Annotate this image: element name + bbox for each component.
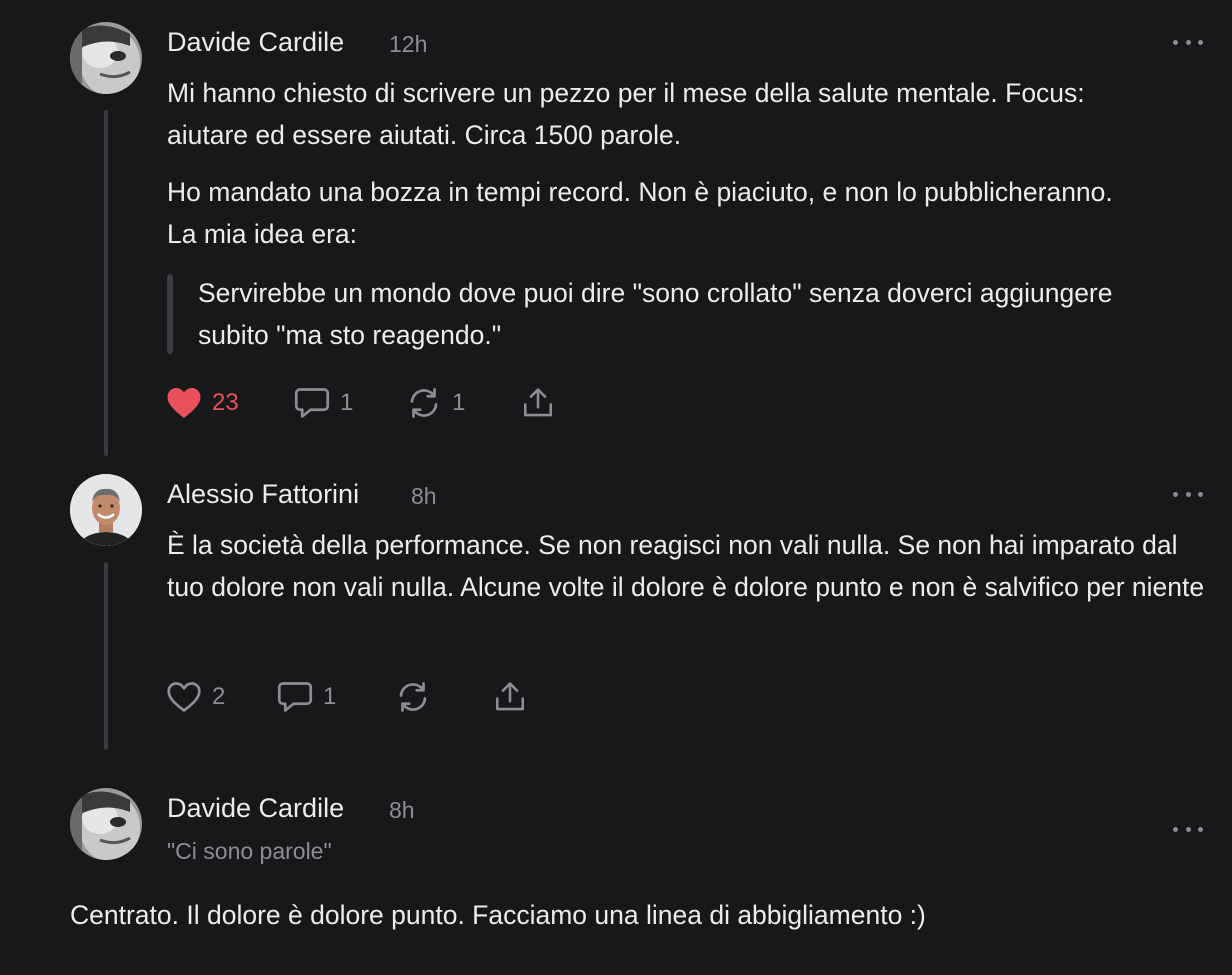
like-count: 2 bbox=[212, 683, 226, 710]
restack-arrows-icon bbox=[410, 388, 438, 418]
quote-bar bbox=[167, 274, 173, 354]
post-paragraph: Mi hanno chiesto di scrivere un pezzo pe… bbox=[167, 78, 1085, 150]
like-button[interactable]: 23 bbox=[166, 386, 239, 420]
more-dots-icon[interactable] bbox=[1173, 822, 1203, 836]
author-name[interactable]: Davide Cardile bbox=[167, 793, 344, 824]
comment-button[interactable]: 1 bbox=[294, 386, 353, 420]
timestamp: 8h bbox=[411, 483, 437, 509]
comment-bubble-icon bbox=[277, 682, 313, 712]
more-dots-icon[interactable] bbox=[1173, 35, 1203, 49]
blockquote: Servirebbe un mondo dove puoi dire "sono… bbox=[198, 278, 1113, 350]
comment-count: 1 bbox=[323, 683, 337, 710]
restack-count: 1 bbox=[452, 389, 466, 416]
post-paragraph: Ho mandato una bozza in tempi record. No… bbox=[167, 177, 1113, 249]
comment-count: 1 bbox=[340, 389, 354, 416]
thread-line bbox=[104, 562, 108, 750]
author-name[interactable]: Alessio Fattorini bbox=[167, 479, 359, 510]
timestamp: 12h bbox=[389, 31, 428, 57]
restack-arrows-icon bbox=[399, 682, 427, 712]
restack-button[interactable] bbox=[395, 680, 441, 714]
share-upload-icon bbox=[523, 388, 553, 417]
avatar[interactable] bbox=[70, 22, 142, 94]
heart-icon bbox=[167, 388, 201, 418]
like-button[interactable]: 2 bbox=[166, 680, 225, 714]
comment-button[interactable]: 1 bbox=[277, 680, 336, 714]
timestamp: 8h bbox=[389, 797, 415, 823]
more-dots-icon[interactable] bbox=[1173, 487, 1203, 501]
restack-button[interactable]: 1 bbox=[406, 386, 465, 420]
publication-subtitle[interactable]: "Ci sono parole" bbox=[167, 838, 332, 865]
like-count: 23 bbox=[212, 389, 239, 416]
avatar[interactable] bbox=[70, 474, 142, 546]
author-name[interactable]: Davide Cardile bbox=[167, 27, 344, 58]
post-paragraph: È la società della performance. Se non r… bbox=[167, 530, 1205, 602]
comment-bubble-icon bbox=[294, 388, 330, 418]
thread-line bbox=[104, 110, 108, 456]
reply-text: Centrato. Il dolore è dolore punto. Facc… bbox=[70, 900, 926, 930]
heart-icon bbox=[167, 682, 201, 712]
share-button[interactable] bbox=[493, 680, 527, 714]
avatar[interactable] bbox=[70, 788, 142, 860]
share-button[interactable] bbox=[521, 386, 555, 420]
share-upload-icon bbox=[495, 682, 525, 711]
